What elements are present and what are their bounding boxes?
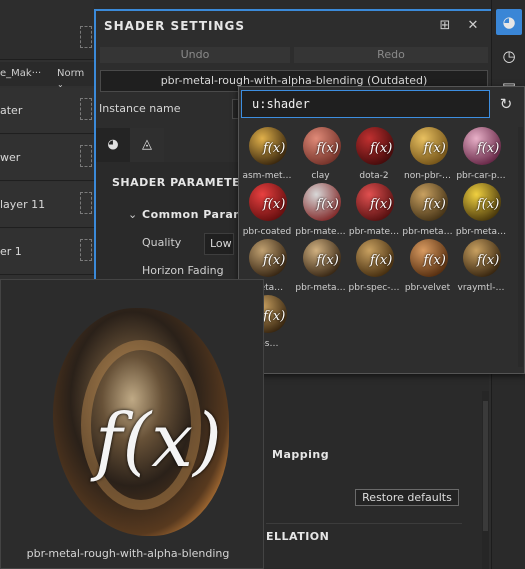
- shader-settings-icon[interactable]: ◕: [496, 9, 522, 35]
- function-fx-icon: f(x): [263, 253, 286, 268]
- tab-shader-parameters[interactable]: ◕: [96, 128, 130, 162]
- shader-thumbnail-label: asm-met…: [242, 171, 292, 181]
- function-fx-icon: f(x): [370, 197, 393, 212]
- layer-row[interactable]: er 1: [0, 229, 94, 275]
- function-fx-icon: f(x): [477, 253, 500, 268]
- function-fx-icon: f(x): [477, 197, 500, 212]
- shader-thumbnail-label: pbr-meta…: [402, 227, 453, 237]
- function-fx-icon: f(x): [423, 197, 446, 212]
- layer-label: er 1: [0, 245, 22, 258]
- shader-thumbnail[interactable]: f(x) pbr-meta…: [295, 239, 347, 299]
- window-title: SHADER SETTINGS: [104, 19, 246, 33]
- function-fx-icon: f(x): [477, 141, 500, 156]
- layer-label: ater: [0, 104, 23, 117]
- shader-thumbnail-label: pbr-velvet: [404, 283, 451, 293]
- layer-mask-slot[interactable]: [80, 192, 92, 214]
- shader-thumbnail[interactable]: f(x) pbr-mate…: [295, 183, 347, 243]
- blend-mode-select[interactable]: Norm ⌄: [57, 68, 94, 90]
- function-fx-icon: f(x): [95, 398, 222, 484]
- picker-scrollbar[interactable]: [518, 127, 523, 367]
- tab-tessellation[interactable]: ◬: [130, 128, 164, 162]
- shader-preview-tooltip: f(x) pbr-metal-rough-with-alpha-blending: [0, 279, 264, 569]
- layer-mask-slot[interactable]: [80, 145, 92, 167]
- tessellation-heading[interactable]: ELLATION: [266, 530, 329, 543]
- shader-thumbnail[interactable]: f(x) pbr-velvet: [402, 239, 454, 299]
- function-fx-icon: f(x): [316, 197, 339, 212]
- shader-thumbnail[interactable]: f(x) pbr-meta…: [455, 183, 507, 243]
- shader-parameters-heading: SHADER PARAMETE: [112, 176, 241, 189]
- shader-thumbnail[interactable]: f(x) pbr-mate…: [348, 183, 400, 243]
- function-fx-icon: f(x): [316, 253, 339, 268]
- layer-label: wer: [0, 151, 21, 164]
- collapse-arrow-icon[interactable]: ⌄: [128, 208, 137, 221]
- shader-thumbnail[interactable]: f(x) pbr-spec-…: [348, 239, 400, 299]
- quality-select[interactable]: Low: [204, 233, 234, 255]
- undo-button[interactable]: Undo: [100, 47, 290, 63]
- shader-search-input[interactable]: u:shader: [241, 90, 490, 118]
- scrollbar-thumb[interactable]: [483, 401, 488, 531]
- shader-thumbnail[interactable]: f(x) pbr-coated: [241, 183, 293, 243]
- function-fx-icon: f(x): [263, 141, 286, 156]
- shader-thumbnail[interactable]: f(x) pbr-car-p…: [455, 127, 507, 187]
- shader-thumbnail[interactable]: f(x) vraymtl-…: [455, 239, 507, 299]
- drop-zone[interactable]: [80, 26, 92, 48]
- function-fx-icon: f(x): [263, 309, 286, 324]
- shader-thumbnail[interactable]: f(x) asm-met…: [241, 127, 293, 187]
- redo-button[interactable]: Redo: [294, 47, 488, 63]
- layer-mask-slot[interactable]: [80, 98, 92, 120]
- shader-picker-popup: u:shader ↻ f(x) asm-met… f(x) clay f(x) dota-…: [238, 86, 525, 374]
- shader-thumbnail-label: vraymtl-…: [457, 283, 505, 293]
- shader-thumbnail-label: dota-2: [359, 171, 389, 181]
- layer-row[interactable]: ater: [0, 88, 94, 134]
- shader-thumbnail[interactable]: f(x) non-pbr-…: [402, 127, 454, 187]
- shader-thumbnail-label: pbr-meta…: [455, 227, 507, 237]
- shader-thumbnail-label: pbr-meta…: [295, 283, 346, 293]
- function-fx-icon: f(x): [370, 253, 393, 268]
- restore-defaults-button[interactable]: Restore defaults: [355, 489, 459, 506]
- shader-preview-label: pbr-metal-rough-with-alpha-blending: [26, 547, 230, 560]
- shader-thumbnail[interactable]: f(x) dota-2: [348, 127, 400, 187]
- layers-panel: e_Mak··· Norm ⌄ ater wer layer 11 er 1: [0, 0, 94, 300]
- shader-ball-icon: ◕: [107, 137, 119, 152]
- layers-header: e_Mak··· Norm ⌄: [0, 62, 94, 89]
- common-parameters-heading[interactable]: Common Param: [142, 208, 245, 221]
- function-fx-icon: f(x): [316, 141, 339, 156]
- quality-label: Quality: [142, 236, 182, 249]
- function-fx-icon: f(x): [370, 141, 393, 156]
- close-icon[interactable]: ✕: [464, 17, 482, 35]
- shader-thumbnail-label: pbr-mate…: [348, 227, 400, 237]
- instance-name-label: Instance name: [99, 102, 181, 115]
- shader-thumbnail-label: clay: [311, 171, 330, 181]
- shader-thumbnail-label: pbr-spec-…: [348, 283, 400, 293]
- history-icon[interactable]: ◷: [496, 43, 522, 69]
- layer-row[interactable]: wer: [0, 135, 94, 181]
- shader-thumbnail-label: pbr-coated: [242, 227, 292, 237]
- shader-thumbnail-label: pbr-mate…: [295, 227, 346, 237]
- mapping-heading[interactable]: Mapping: [272, 448, 329, 461]
- layer-mask-slot[interactable]: [80, 239, 92, 261]
- window-layout-icon[interactable]: ⊞: [436, 17, 454, 35]
- layer-label: layer 11: [0, 198, 46, 211]
- divider: [266, 523, 462, 524]
- geometry-icon: ◬: [142, 137, 152, 152]
- function-fx-icon: f(x): [423, 141, 446, 156]
- layers-toolbar: [0, 0, 94, 60]
- shader-thumbnail-label: pbr-car-p…: [456, 171, 506, 181]
- layer-row[interactable]: layer 11: [0, 182, 94, 228]
- layer-name-column: e_Mak···: [0, 68, 42, 79]
- horizon-fading-label: Horizon Fading: [142, 264, 224, 277]
- shader-thumbnail[interactable]: f(x) clay: [295, 127, 347, 187]
- shader-thumbnail-label: non-pbr-…: [404, 171, 451, 181]
- function-fx-icon: f(x): [263, 197, 286, 212]
- refresh-icon[interactable]: ↻: [497, 95, 515, 113]
- function-fx-icon: f(x): [423, 253, 446, 268]
- shader-thumbnail[interactable]: f(x) pbr-meta…: [402, 183, 454, 243]
